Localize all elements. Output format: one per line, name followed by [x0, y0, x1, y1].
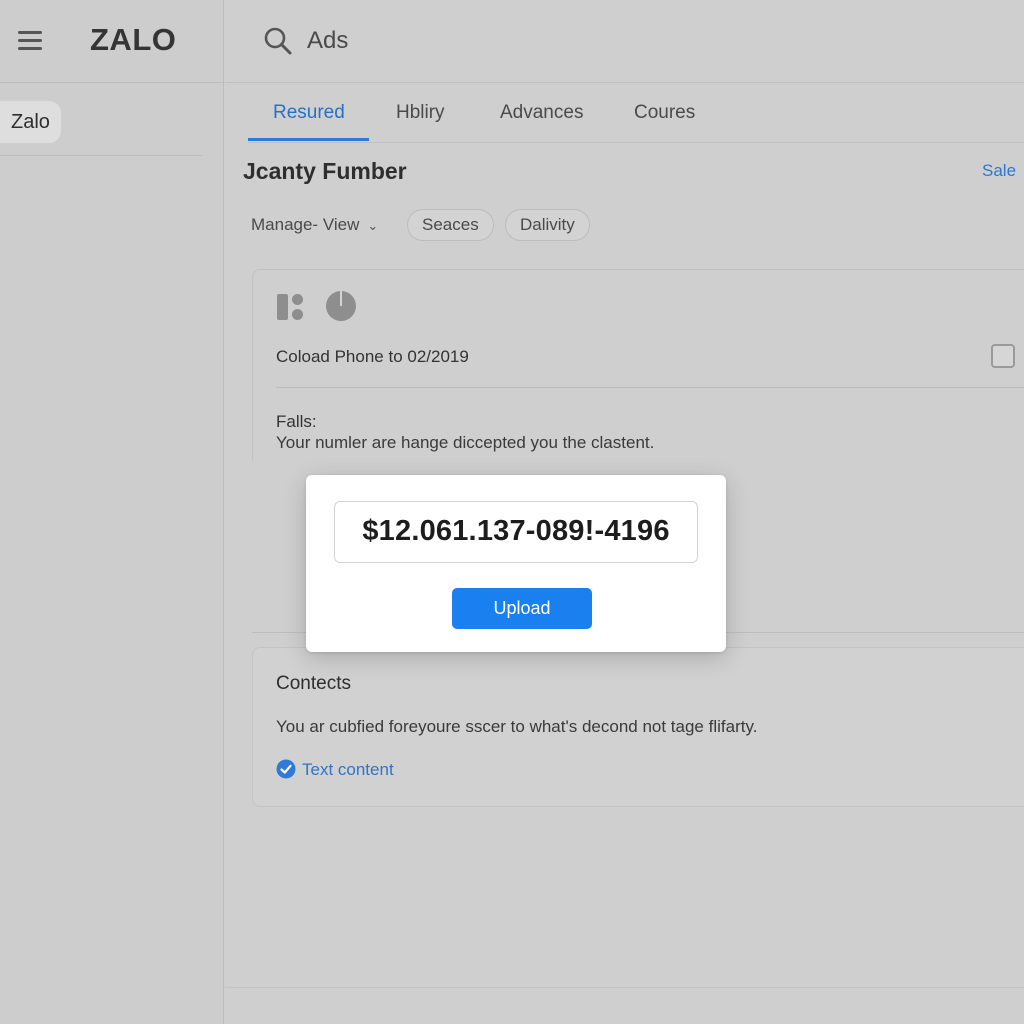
- fails-description: Your numler are hange diccepted you the …: [276, 433, 655, 452]
- sidebar: ZALO Zalo: [0, 0, 224, 1024]
- sale-link[interactable]: Sale: [982, 161, 1016, 181]
- manage-view-dropdown[interactable]: Manage- View ⌄: [251, 215, 378, 235]
- tab-hbliry[interactable]: Hbliry: [396, 102, 445, 124]
- bottom-divider: [225, 987, 1024, 988]
- hamburger-menu-icon[interactable]: [18, 29, 44, 51]
- card-divider: [276, 387, 1024, 388]
- phone-row-text: Coload Phone to 02/2019: [276, 347, 469, 366]
- page-title: Jcanty Fumber: [243, 158, 407, 184]
- tab-advances[interactable]: Advances: [500, 102, 583, 124]
- row-checkbox[interactable]: [991, 344, 1015, 368]
- tab-bar: Resured Hbliry Advances Coures: [248, 90, 1024, 143]
- grid-icon[interactable]: [277, 294, 305, 320]
- contacts-title: Contects: [276, 673, 351, 694]
- amount-field[interactable]: $12.061.137-089!-4196: [334, 501, 698, 563]
- check-circle-icon: [276, 759, 296, 779]
- phone-card: Coload Phone to 02/2019 Falls: Your numl…: [252, 269, 1024, 461]
- upload-button[interactable]: Upload: [452, 588, 592, 629]
- chevron-down-icon: ⌄: [367, 218, 379, 233]
- text-content-label: Text content: [302, 760, 394, 779]
- upload-modal: $12.061.137-089!-4196 Upload: [306, 475, 726, 652]
- pie-chart-icon[interactable]: [325, 290, 357, 322]
- fails-label: Falls:: [276, 412, 317, 431]
- chip-seaces[interactable]: Seaces: [407, 209, 494, 241]
- contacts-description: You ar cubfied foreyoure sscer to what's…: [276, 717, 758, 736]
- search-icon[interactable]: [263, 26, 293, 56]
- active-tab-indicator: [248, 138, 369, 141]
- chip-dalivity[interactable]: Dalivity: [505, 209, 590, 241]
- search-input[interactable]: Ads: [307, 27, 348, 55]
- sidebar-header: ZALO: [0, 0, 224, 83]
- sidebar-divider: [0, 155, 202, 156]
- tab-coures[interactable]: Coures: [634, 102, 695, 124]
- app-window: ZALO Zalo Ads Resured Hbliry Advances Co…: [0, 0, 1024, 1024]
- sidebar-item-zalo[interactable]: Zalo: [0, 101, 61, 143]
- contacts-card: Contects You ar cubfied foreyoure sscer …: [252, 647, 1024, 807]
- app-logo: ZALO: [90, 22, 177, 57]
- manage-view-label: Manage- View: [251, 215, 360, 234]
- tab-resured[interactable]: Resured: [273, 102, 345, 124]
